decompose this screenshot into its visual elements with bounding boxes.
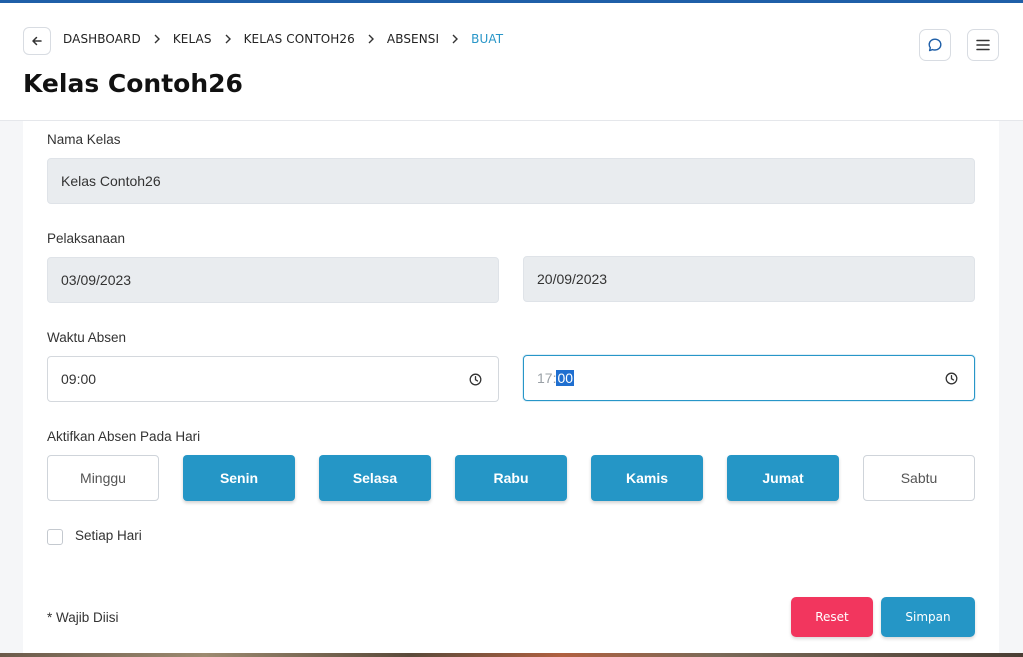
nama-kelas-field: Kelas Contoh26 xyxy=(47,158,975,204)
page-title: Kelas Contoh26 xyxy=(23,69,243,98)
day-kamis-button[interactable]: Kamis xyxy=(591,455,703,501)
day-selasa-button[interactable]: Selasa xyxy=(319,455,431,501)
end-date-value: 20/09/2023 xyxy=(537,271,608,287)
chevron-right-icon xyxy=(141,34,173,44)
end-time-hour: 17: xyxy=(537,370,557,386)
breadcrumb-absensi[interactable]: ABSENSI xyxy=(387,32,439,46)
attendance-form: Nama Kelas Kelas Contoh26 Pelaksanaan 03… xyxy=(23,121,999,657)
required-note: * Wajib Diisi xyxy=(47,610,119,625)
chevron-right-icon xyxy=(439,34,471,44)
every-day-checkbox[interactable] xyxy=(47,529,63,545)
reset-button[interactable]: Reset xyxy=(791,597,873,637)
back-button[interactable] xyxy=(23,27,51,55)
nama-kelas-value: Kelas Contoh26 xyxy=(61,173,161,189)
desktop-background-strip xyxy=(0,653,1023,657)
clock-icon[interactable] xyxy=(469,373,482,386)
end-date-field: 20/09/2023 xyxy=(523,256,975,302)
nama-kelas-label: Nama Kelas xyxy=(47,132,121,147)
start-time-value: 09:00 xyxy=(61,371,97,387)
breadcrumb: DASHBOARD KELAS KELAS CONTOH26 ABSENSI B… xyxy=(63,32,503,46)
days-label: Aktifkan Absen Pada Hari xyxy=(47,429,201,444)
waktu-absen-label: Waktu Absen xyxy=(47,330,127,345)
chat-bubble-icon xyxy=(928,38,942,52)
page-header: DASHBOARD KELAS KELAS CONTOH26 ABSENSI B… xyxy=(0,3,1023,121)
arrow-left-icon xyxy=(32,36,42,46)
breadcrumb-dashboard[interactable]: DASHBOARD xyxy=(63,32,141,46)
day-minggu-button[interactable]: Minggu xyxy=(47,455,159,501)
chevron-right-icon xyxy=(212,34,244,44)
start-date-field: 03/09/2023 xyxy=(47,257,499,303)
hamburger-menu-icon xyxy=(976,39,990,51)
day-sabtu-button[interactable]: Sabtu xyxy=(863,455,975,501)
end-time-input[interactable]: 17: 00 xyxy=(523,355,975,401)
breadcrumb-kelas[interactable]: KELAS xyxy=(173,32,212,46)
start-time-input[interactable]: 09:00 xyxy=(47,356,499,402)
day-rabu-button[interactable]: Rabu xyxy=(455,455,567,501)
every-day-label[interactable]: Setiap Hari xyxy=(75,528,142,543)
breadcrumb-buat: BUAT xyxy=(471,32,504,46)
pelaksanaan-label: Pelaksanaan xyxy=(47,231,126,246)
day-jumat-button[interactable]: Jumat xyxy=(727,455,839,501)
clock-icon[interactable] xyxy=(945,372,958,385)
breadcrumb-kelas-contoh26[interactable]: KELAS CONTOH26 xyxy=(244,32,355,46)
menu-button[interactable] xyxy=(967,29,999,61)
end-time-minute: 00 xyxy=(556,370,575,386)
save-button[interactable]: Simpan xyxy=(881,597,975,637)
chat-button[interactable] xyxy=(919,29,951,61)
day-senin-button[interactable]: Senin xyxy=(183,455,295,501)
chevron-right-icon xyxy=(355,34,387,44)
start-date-value: 03/09/2023 xyxy=(61,272,132,288)
